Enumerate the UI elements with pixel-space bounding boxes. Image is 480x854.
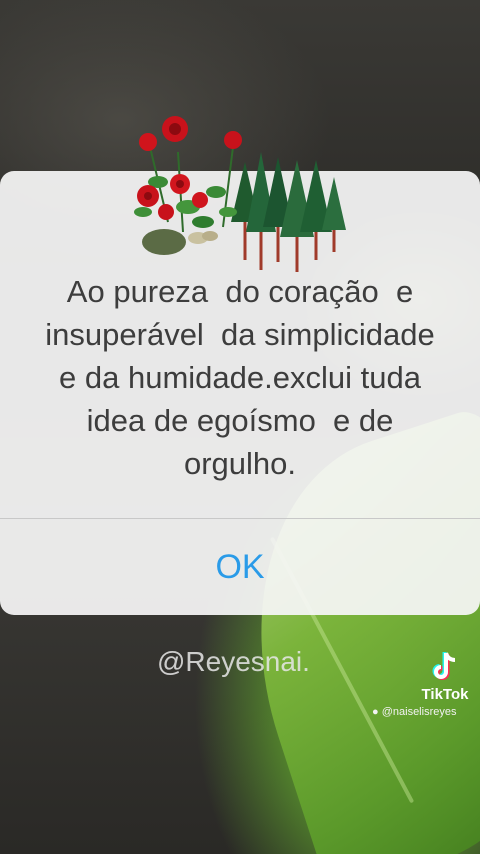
- person-icon: ●: [372, 706, 379, 718]
- tiktok-brand: TikTok: [421, 686, 469, 703]
- username-caption: @Reyesnai.: [157, 646, 310, 677]
- dialog-message-line: Ao pureza do coração e: [66, 274, 414, 309]
- dialog-message-line: orgulho.: [183, 446, 297, 481]
- dialog-message-line: idea de egoísmo e de: [86, 403, 394, 438]
- tiktok-handle: ● @naiselisreyes: [372, 706, 456, 718]
- dialog-message-line: insuperável da simplicidade: [45, 317, 435, 352]
- tiktok-handle-text: @naiselisreyes: [381, 706, 457, 718]
- ok-button[interactable]: OK: [0, 519, 480, 615]
- dialog-message: Ao pureza do coração e insuperável da si…: [0, 270, 480, 485]
- tiktok-note-icon: [432, 652, 456, 680]
- dialog-message-line: e da humidade.exclui tuda: [59, 360, 421, 395]
- tiktok-watermark: TikTok: [410, 650, 480, 703]
- roses-and-trees-icon: [134, 116, 346, 272]
